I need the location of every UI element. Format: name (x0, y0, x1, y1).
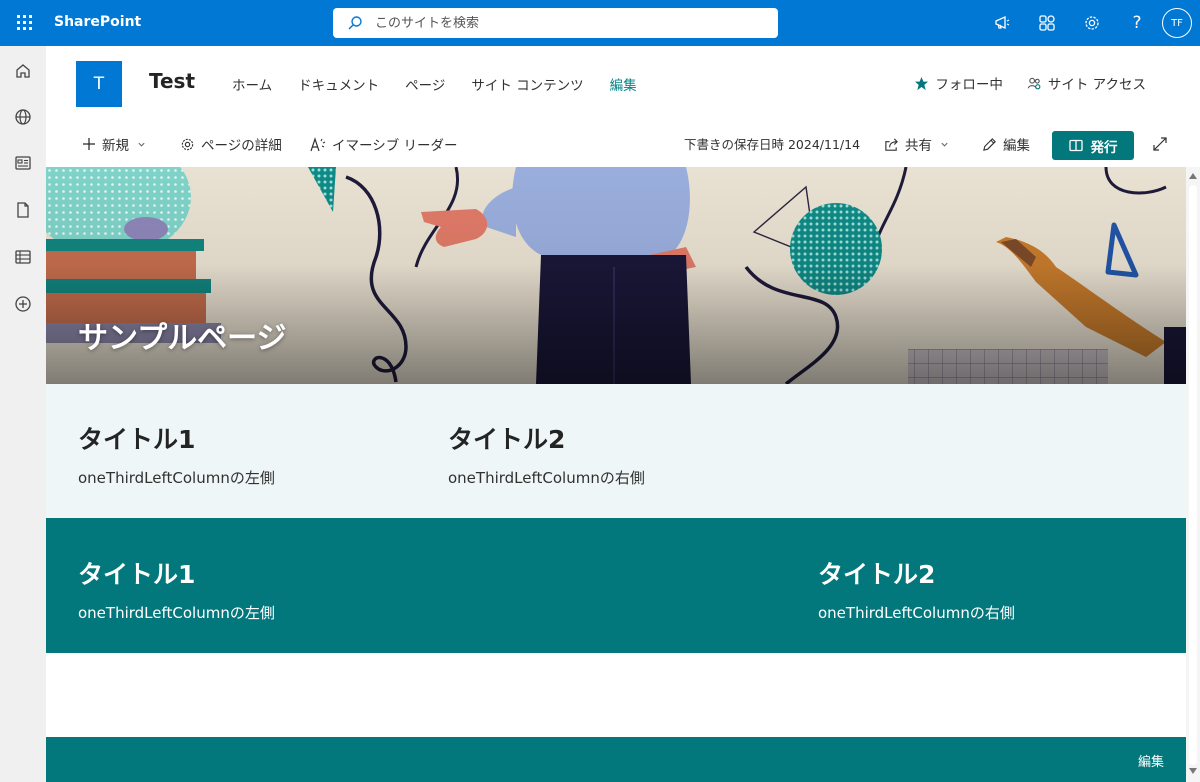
section1-col1-heading: タイトル1 (78, 425, 196, 454)
site-actions: フォロー中 サイト アクセス (890, 73, 1146, 93)
site-title[interactable]: Test (149, 69, 195, 93)
people-icon (1027, 77, 1041, 89)
star-icon (915, 76, 929, 90)
nav-item-site-contents[interactable]: サイト コンテンツ (471, 74, 583, 94)
avatar[interactable]: TF (1162, 8, 1192, 38)
immersive-reader-button[interactable]: イマーシブ リーダー (310, 134, 458, 154)
nav-item-documents[interactable]: ドキュメント (298, 74, 379, 94)
section2-col2-heading: タイトル2 (818, 560, 936, 589)
app-launcher-icon[interactable] (10, 8, 38, 36)
app-bar (0, 46, 46, 782)
app-switch-icon[interactable] (1032, 8, 1062, 38)
footer-edit-link[interactable]: 編集 (1138, 751, 1164, 770)
add-circle-icon[interactable] (12, 293, 34, 315)
scroll-up-arrow-icon[interactable] (1189, 173, 1197, 179)
site-access-label: サイト アクセス (1047, 77, 1146, 93)
page-details-button[interactable]: ページの詳細 (180, 134, 282, 154)
gear-icon (181, 138, 194, 150)
list-icon[interactable] (12, 246, 34, 268)
chevron-down-icon (941, 142, 948, 147)
section1-col1-text: oneThirdLeftColumnの左側 (78, 469, 275, 487)
hero-banner: サンプルページ (46, 167, 1186, 384)
globe-icon[interactable] (12, 106, 34, 128)
section1-col2-text: oneThirdLeftColumnの右側 (448, 469, 645, 487)
immersive-reader-icon (310, 136, 326, 151)
settings-gear-icon[interactable] (1077, 8, 1107, 38)
home-icon[interactable] (12, 60, 34, 82)
site-access-button[interactable]: サイト アクセス (1027, 73, 1146, 93)
chevron-down-icon (138, 142, 145, 147)
scroll-down-arrow-icon[interactable] (1189, 768, 1197, 774)
section2-col1-heading: タイトル1 (78, 560, 196, 589)
hero-title: サンプルページ (78, 321, 287, 356)
page-details-label: ページの詳細 (201, 138, 282, 154)
footer-bar: 編集 (46, 737, 1186, 782)
section-light: タイトル1 oneThirdLeftColumnの左側 タイトル2 oneThi… (46, 384, 1186, 518)
search-icon (348, 16, 362, 30)
expand-icon[interactable] (1152, 136, 1168, 156)
follow-label: フォロー中 (935, 77, 1003, 93)
save-status: 下書きの保存日時 2024/11/14 (684, 137, 861, 152)
plus-icon (83, 138, 95, 150)
search-box[interactable] (333, 8, 778, 38)
scrollbar-thumb[interactable] (1189, 185, 1197, 765)
follow-button[interactable]: フォロー中 (914, 73, 1003, 93)
site-logo[interactable]: T (76, 61, 122, 107)
edit-button[interactable]: 編集 (982, 134, 1030, 154)
file-icon[interactable] (12, 199, 34, 221)
nav-item-home[interactable]: ホーム (232, 74, 272, 94)
command-bar: 新規 ページの詳細 イマーシブ リーダー 下書きの保存日時 2024/11/14… (46, 124, 1200, 164)
megaphone-icon[interactable] (987, 8, 1017, 38)
share-button[interactable]: 共有 (884, 134, 949, 154)
nav-item-pages[interactable]: ページ (405, 74, 445, 94)
edit-label: 編集 (1003, 138, 1030, 154)
section2-col2-text: oneThirdLeftColumnの右側 (818, 604, 1015, 622)
news-icon[interactable] (12, 152, 34, 174)
publish-label: 発行 (1090, 139, 1118, 156)
help-icon[interactable]: ? (1122, 8, 1152, 38)
immersive-reader-label: イマーシブ リーダー (332, 138, 458, 154)
suite-bar: SharePoint ? TF (0, 0, 1200, 46)
new-label: 新規 (102, 138, 129, 154)
search-input[interactable] (375, 15, 755, 31)
nav-item-edit[interactable]: 編集 (610, 74, 637, 94)
share-label: 共有 (905, 138, 932, 154)
section1-col2-heading: タイトル2 (448, 425, 566, 454)
section-teal: タイトル1 oneThirdLeftColumnの左側 タイトル2 oneThi… (46, 518, 1186, 653)
publish-button[interactable]: 発行 (1052, 131, 1134, 160)
new-button[interactable]: 新規 (82, 134, 146, 154)
pencil-icon (983, 137, 996, 151)
site-navigation: ホーム ドキュメント ページ サイト コンテンツ 編集 (232, 74, 663, 94)
share-icon (885, 137, 898, 151)
brand-name[interactable]: SharePoint (54, 14, 141, 30)
book-open-icon (1068, 139, 1083, 152)
vertical-scrollbar[interactable] (1186, 167, 1200, 782)
section2-col1-text: oneThirdLeftColumnの左側 (78, 604, 275, 622)
